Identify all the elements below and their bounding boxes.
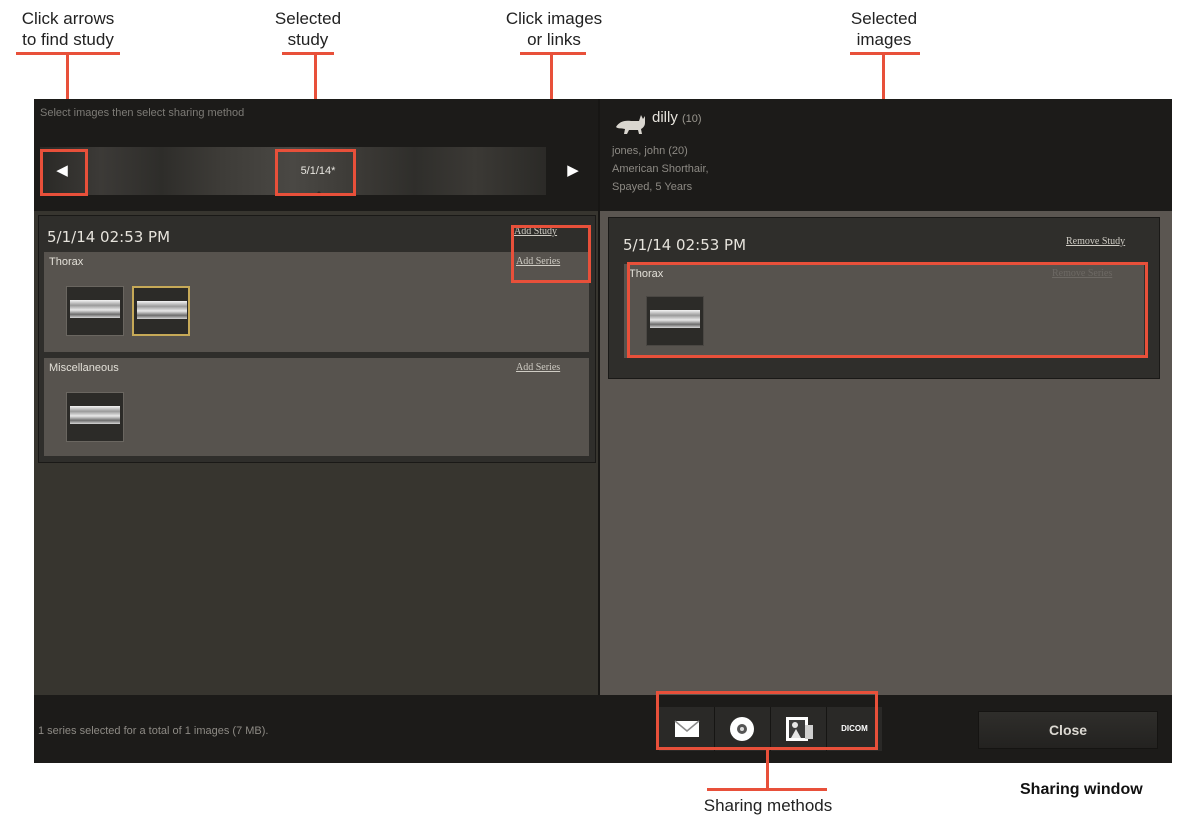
right-triangle-icon: ▶	[567, 162, 579, 179]
callout-selected-study: Selected study	[274, 9, 342, 49]
next-study-button[interactable]: ▶	[559, 147, 587, 195]
study-date: 5/1/14 02:53 PM	[47, 228, 171, 246]
study-date: 5/1/14 02:53 PM	[623, 236, 747, 254]
selection-summary: 1 series selected for a total of 1 image…	[38, 725, 269, 737]
series-miscellaneous: Miscellaneous Add Series	[44, 358, 589, 456]
email-share-button[interactable]	[659, 707, 715, 751]
study-navigator: Select images then select sharing method…	[34, 99, 598, 211]
dicom-share-button[interactable]: DICOM	[827, 707, 882, 751]
left-triangle-icon: ◀	[56, 162, 68, 179]
envelope-icon	[674, 720, 700, 737]
callout-connector	[766, 750, 769, 788]
selected-series-thorax: Thorax Remove Series	[624, 264, 1144, 358]
instruction-text: Select images then select sharing method	[40, 107, 245, 119]
selected-study-label[interactable]: 5/1/14*	[289, 147, 347, 195]
callout-underline	[707, 788, 827, 791]
figure-caption: Sharing window	[1020, 781, 1143, 798]
series-thorax: Thorax Add Series	[44, 252, 589, 352]
add-series-link[interactable]: Add Series	[516, 256, 560, 267]
patient-name: dilly (10)	[652, 109, 702, 126]
patient-count: (10)	[682, 113, 702, 125]
callout-underline	[850, 52, 920, 55]
callout-sharing-methods: Sharing methods	[703, 796, 833, 815]
image-thumbnail-selected[interactable]	[132, 286, 190, 336]
callout-underline	[520, 52, 586, 55]
patient-status: Spayed, 5 Years	[612, 181, 693, 193]
series-name: Thorax	[629, 268, 664, 280]
callout-click-images: Click images or links	[505, 9, 603, 49]
callout-underline	[282, 52, 334, 55]
add-series-link[interactable]: Add Series	[516, 362, 560, 373]
study-card: 5/1/14 02:53 PM Add Study Thorax Add Ser…	[38, 215, 596, 463]
callout-selected-images: Selected images	[850, 9, 918, 49]
selected-images-pane: 5/1/14 02:53 PM Remove Study Thorax Remo…	[600, 211, 1172, 695]
patient-info: dilly (10) jones, john (20) American Sho…	[600, 99, 1172, 211]
remove-study-link[interactable]: Remove Study	[1066, 236, 1125, 247]
add-study-link[interactable]: Add Study	[514, 226, 557, 237]
owner-name: jones, john (20)	[612, 145, 688, 157]
footer-bar: 1 series selected for a total of 1 image…	[34, 695, 1172, 763]
disc-icon	[730, 717, 754, 741]
selected-image-thumbnail[interactable]	[646, 296, 704, 346]
patient-name-text: dilly	[652, 109, 678, 126]
series-name: Thorax	[49, 256, 84, 268]
available-images-pane: 5/1/14 02:53 PM Add Study Thorax Add Ser…	[34, 211, 598, 695]
selected-study-marker	[314, 191, 324, 196]
callout-arrows: Click arrows to find study	[21, 9, 115, 49]
print-image-icon	[786, 717, 813, 741]
selected-study-card: 5/1/14 02:53 PM Remove Study Thorax Remo…	[608, 217, 1160, 379]
image-thumbnail[interactable]	[66, 392, 124, 442]
print-share-button[interactable]	[771, 707, 827, 751]
image-thumbnail[interactable]	[66, 286, 124, 336]
sharing-window: Select images then select sharing method…	[34, 99, 1172, 763]
disc-share-button[interactable]	[715, 707, 771, 751]
remove-series-link[interactable]: Remove Series	[1052, 268, 1112, 279]
close-button[interactable]: Close	[978, 711, 1158, 749]
patient-breed: American Shorthair,	[612, 163, 709, 175]
series-name: Miscellaneous	[49, 362, 119, 374]
prev-study-button[interactable]: ◀	[48, 147, 76, 195]
cat-icon	[616, 115, 645, 134]
